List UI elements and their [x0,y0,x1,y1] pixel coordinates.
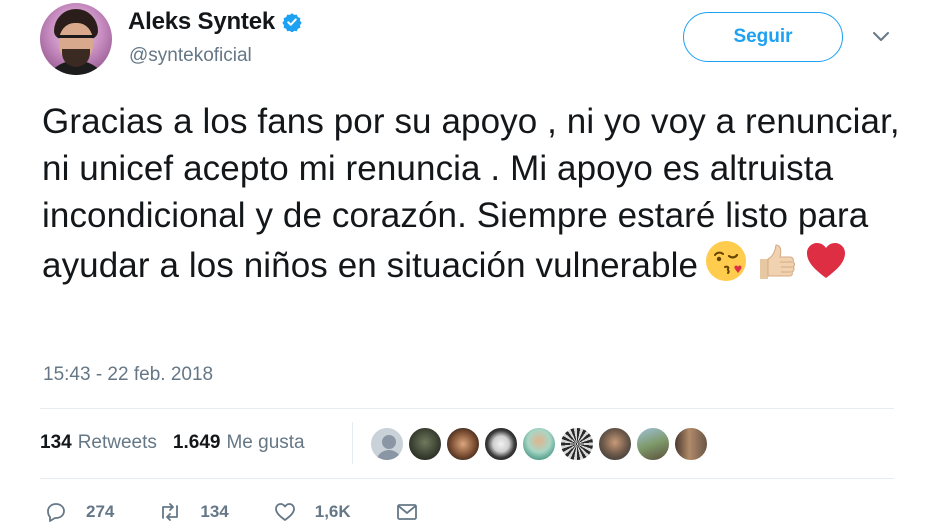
retweet-icon [162,503,179,521]
follow-button[interactable]: Seguir [683,12,843,62]
reply-count: 274 [86,502,115,521]
display-name[interactable]: Aleks Syntek [128,8,275,36]
retweets-stat[interactable]: 134 Retweets [40,432,157,454]
tweet-actions: 274 134 1,6K [44,500,463,524]
retweet-count: 134 [200,502,229,521]
reply-button[interactable]: 274 [44,500,114,524]
liker-avatar-4[interactable] [483,426,519,462]
heart-icon [274,503,295,521]
likes-count: 1.649 [172,432,221,453]
liker-avatar-7[interactable] [597,426,633,462]
liker-avatar-9[interactable] [673,426,709,462]
envelope-icon [396,504,417,520]
likes-label: Me gusta [226,432,305,453]
retweets-label: Retweets [77,432,157,453]
reply-icon [47,503,65,522]
kissing-face-icon [706,241,747,281]
tweet-stats: 134 Retweets 1.649 Me gusta [40,432,305,454]
divider [40,478,894,479]
red-heart-icon [807,243,846,278]
likes-stat[interactable]: 1.649 Me gusta [173,432,305,454]
chevron-down-icon[interactable] [872,30,890,44]
user-handle[interactable]: @syntekoficial [129,45,252,67]
liker-avatar-5[interactable] [521,426,557,462]
liker-avatar-1[interactable] [369,426,405,462]
liker-avatar-2[interactable] [407,426,443,462]
retweets-count: 134 [40,432,72,453]
tweet-timestamp[interactable]: 15:43 - 22 feb. 2018 [43,364,213,386]
liker-avatar-6[interactable] [559,426,595,462]
user-avatar[interactable] [40,3,112,75]
like-button[interactable]: 1,6K [273,500,351,524]
direct-message-button[interactable] [395,500,419,524]
retweet-button[interactable]: 134 [158,500,229,524]
user-name-row[interactable]: Aleks Syntek [128,8,302,36]
thumbs-up-icon [760,244,796,279]
liker-avatar-3[interactable] [445,426,481,462]
like-count: 1,6K [314,502,351,521]
liker-avatar-8[interactable] [635,426,671,462]
divider [40,408,894,409]
tweet-text: Gracias a los fans por su apoyo , ni yo … [42,98,912,289]
verified-badge-icon [282,13,302,32]
likers-avatars [369,426,711,462]
stats-separator [352,422,353,464]
